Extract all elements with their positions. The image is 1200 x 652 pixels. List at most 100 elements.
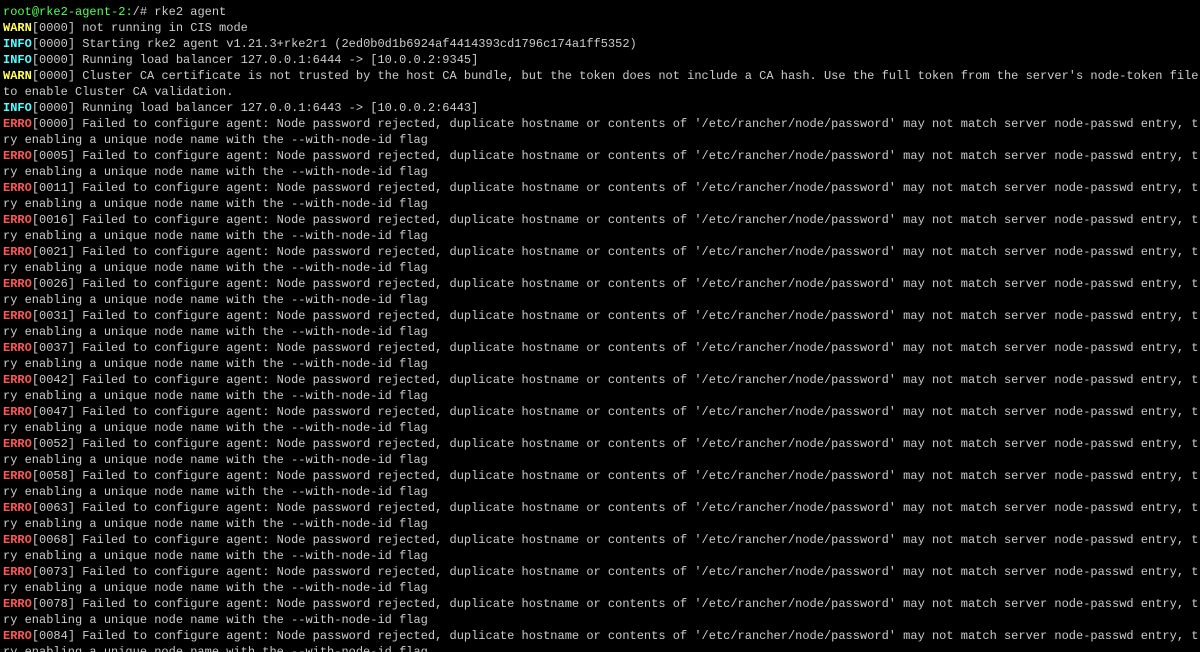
log-line: WARN[0000] not running in CIS mode	[3, 20, 1200, 36]
log-message: Failed to configure agent: Node password…	[82, 181, 1198, 195]
log-timestamp: [0005]	[32, 149, 82, 163]
log-timestamp: [0000]	[32, 117, 82, 131]
log-message-continuation: to enable Cluster CA validation.	[3, 84, 1200, 100]
log-message-continuation: ry enabling a unique node name with the …	[3, 612, 1200, 628]
log-level-erro: ERRO	[3, 565, 32, 579]
log-message: Failed to configure agent: Node password…	[82, 149, 1198, 163]
log-level-erro: ERRO	[3, 117, 32, 131]
prompt-line[interactable]: root@rke2-agent-2:/# rke2 agent	[3, 4, 1200, 20]
log-message: Running load balancer 127.0.0.1:6443 -> …	[82, 101, 478, 115]
log-line: ERRO[0021] Failed to configure agent: No…	[3, 244, 1200, 260]
log-message-continuation: ry enabling a unique node name with the …	[3, 484, 1200, 500]
log-message: Starting rke2 agent v1.21.3+rke2r1 (2ed0…	[82, 37, 637, 51]
log-message: Running load balancer 127.0.0.1:6444 -> …	[82, 53, 478, 67]
log-timestamp: [0000]	[32, 69, 82, 83]
log-timestamp: [0021]	[32, 245, 82, 259]
log-timestamp: [0073]	[32, 565, 82, 579]
log-line: ERRO[0058] Failed to configure agent: No…	[3, 468, 1200, 484]
log-level-erro: ERRO	[3, 245, 32, 259]
log-timestamp: [0058]	[32, 469, 82, 483]
log-line: WARN[0000] Cluster CA certificate is not…	[3, 68, 1200, 84]
log-line: ERRO[0000] Failed to configure agent: No…	[3, 116, 1200, 132]
log-timestamp: [0011]	[32, 181, 82, 195]
log-message-continuation: ry enabling a unique node name with the …	[3, 324, 1200, 340]
log-message-continuation: ry enabling a unique node name with the …	[3, 260, 1200, 276]
prompt-sigil: #	[140, 5, 147, 19]
log-message: Failed to configure agent: Node password…	[82, 117, 1198, 131]
log-level-info: INFO	[3, 37, 32, 51]
log-message: not running in CIS mode	[82, 21, 248, 35]
log-message: Failed to configure agent: Node password…	[82, 341, 1198, 355]
log-timestamp: [0084]	[32, 629, 82, 643]
log-line: INFO[0000] Running load balancer 127.0.0…	[3, 52, 1200, 68]
log-level-erro: ERRO	[3, 597, 32, 611]
command-text: rke2 agent	[154, 5, 226, 19]
terminal-output: root@rke2-agent-2:/# rke2 agent WARN[000…	[0, 0, 1200, 652]
log-line: INFO[0000] Starting rke2 agent v1.21.3+r…	[3, 36, 1200, 52]
log-timestamp: [0000]	[32, 101, 82, 115]
log-message-continuation: ry enabling a unique node name with the …	[3, 644, 1200, 652]
log-level-erro: ERRO	[3, 181, 32, 195]
log-level-erro: ERRO	[3, 341, 32, 355]
log-line: ERRO[0005] Failed to configure agent: No…	[3, 148, 1200, 164]
log-level-erro: ERRO	[3, 533, 32, 547]
log-timestamp: [0042]	[32, 373, 82, 387]
log-level-warn: WARN	[3, 21, 32, 35]
log-message-continuation: ry enabling a unique node name with the …	[3, 452, 1200, 468]
log-message-continuation: ry enabling a unique node name with the …	[3, 388, 1200, 404]
log-message: Failed to configure agent: Node password…	[82, 469, 1198, 483]
log-level-erro: ERRO	[3, 469, 32, 483]
prompt-path: /	[133, 5, 140, 19]
log-message: Failed to configure agent: Node password…	[82, 373, 1198, 387]
log-level-erro: ERRO	[3, 149, 32, 163]
log-line: ERRO[0026] Failed to configure agent: No…	[3, 276, 1200, 292]
log-message-continuation: ry enabling a unique node name with the …	[3, 292, 1200, 308]
log-message: Cluster CA certificate is not trusted by…	[82, 69, 1198, 83]
log-message: Failed to configure agent: Node password…	[82, 533, 1198, 547]
log-timestamp: [0000]	[32, 53, 82, 67]
log-line: ERRO[0052] Failed to configure agent: No…	[3, 436, 1200, 452]
log-line: ERRO[0078] Failed to configure agent: No…	[3, 596, 1200, 612]
prompt-at: @	[32, 5, 39, 19]
log-timestamp: [0052]	[32, 437, 82, 451]
log-line: ERRO[0068] Failed to configure agent: No…	[3, 532, 1200, 548]
log-timestamp: [0000]	[32, 21, 82, 35]
prompt-colon: :	[125, 5, 132, 19]
log-message: Failed to configure agent: Node password…	[82, 245, 1198, 259]
prompt-user: root	[3, 5, 32, 19]
log-line: INFO[0000] Running load balancer 127.0.0…	[3, 100, 1200, 116]
log-message: Failed to configure agent: Node password…	[82, 597, 1198, 611]
log-lines: WARN[0000] not running in CIS modeINFO[0…	[3, 20, 1200, 652]
log-timestamp: [0031]	[32, 309, 82, 323]
log-message: Failed to configure agent: Node password…	[82, 405, 1198, 419]
log-message: Failed to configure agent: Node password…	[82, 629, 1198, 643]
log-line: ERRO[0073] Failed to configure agent: No…	[3, 564, 1200, 580]
log-timestamp: [0063]	[32, 501, 82, 515]
log-level-erro: ERRO	[3, 629, 32, 643]
log-message-continuation: ry enabling a unique node name with the …	[3, 516, 1200, 532]
log-message-continuation: ry enabling a unique node name with the …	[3, 132, 1200, 148]
log-message-continuation: ry enabling a unique node name with the …	[3, 420, 1200, 436]
log-level-warn: WARN	[3, 69, 32, 83]
log-line: ERRO[0031] Failed to configure agent: No…	[3, 308, 1200, 324]
log-line: ERRO[0047] Failed to configure agent: No…	[3, 404, 1200, 420]
log-line: ERRO[0011] Failed to configure agent: No…	[3, 180, 1200, 196]
log-line: ERRO[0063] Failed to configure agent: No…	[3, 500, 1200, 516]
log-line: ERRO[0042] Failed to configure agent: No…	[3, 372, 1200, 388]
log-message: Failed to configure agent: Node password…	[82, 213, 1198, 227]
log-level-erro: ERRO	[3, 373, 32, 387]
log-message-continuation: ry enabling a unique node name with the …	[3, 356, 1200, 372]
log-message: Failed to configure agent: Node password…	[82, 437, 1198, 451]
log-message: Failed to configure agent: Node password…	[82, 501, 1198, 515]
log-message-continuation: ry enabling a unique node name with the …	[3, 164, 1200, 180]
log-line: ERRO[0016] Failed to configure agent: No…	[3, 212, 1200, 228]
log-timestamp: [0026]	[32, 277, 82, 291]
log-message: Failed to configure agent: Node password…	[82, 309, 1198, 323]
log-message: Failed to configure agent: Node password…	[82, 565, 1198, 579]
log-level-erro: ERRO	[3, 309, 32, 323]
log-message-continuation: ry enabling a unique node name with the …	[3, 548, 1200, 564]
log-line: ERRO[0084] Failed to configure agent: No…	[3, 628, 1200, 644]
log-level-erro: ERRO	[3, 277, 32, 291]
log-timestamp: [0000]	[32, 37, 82, 51]
log-line: ERRO[0037] Failed to configure agent: No…	[3, 340, 1200, 356]
